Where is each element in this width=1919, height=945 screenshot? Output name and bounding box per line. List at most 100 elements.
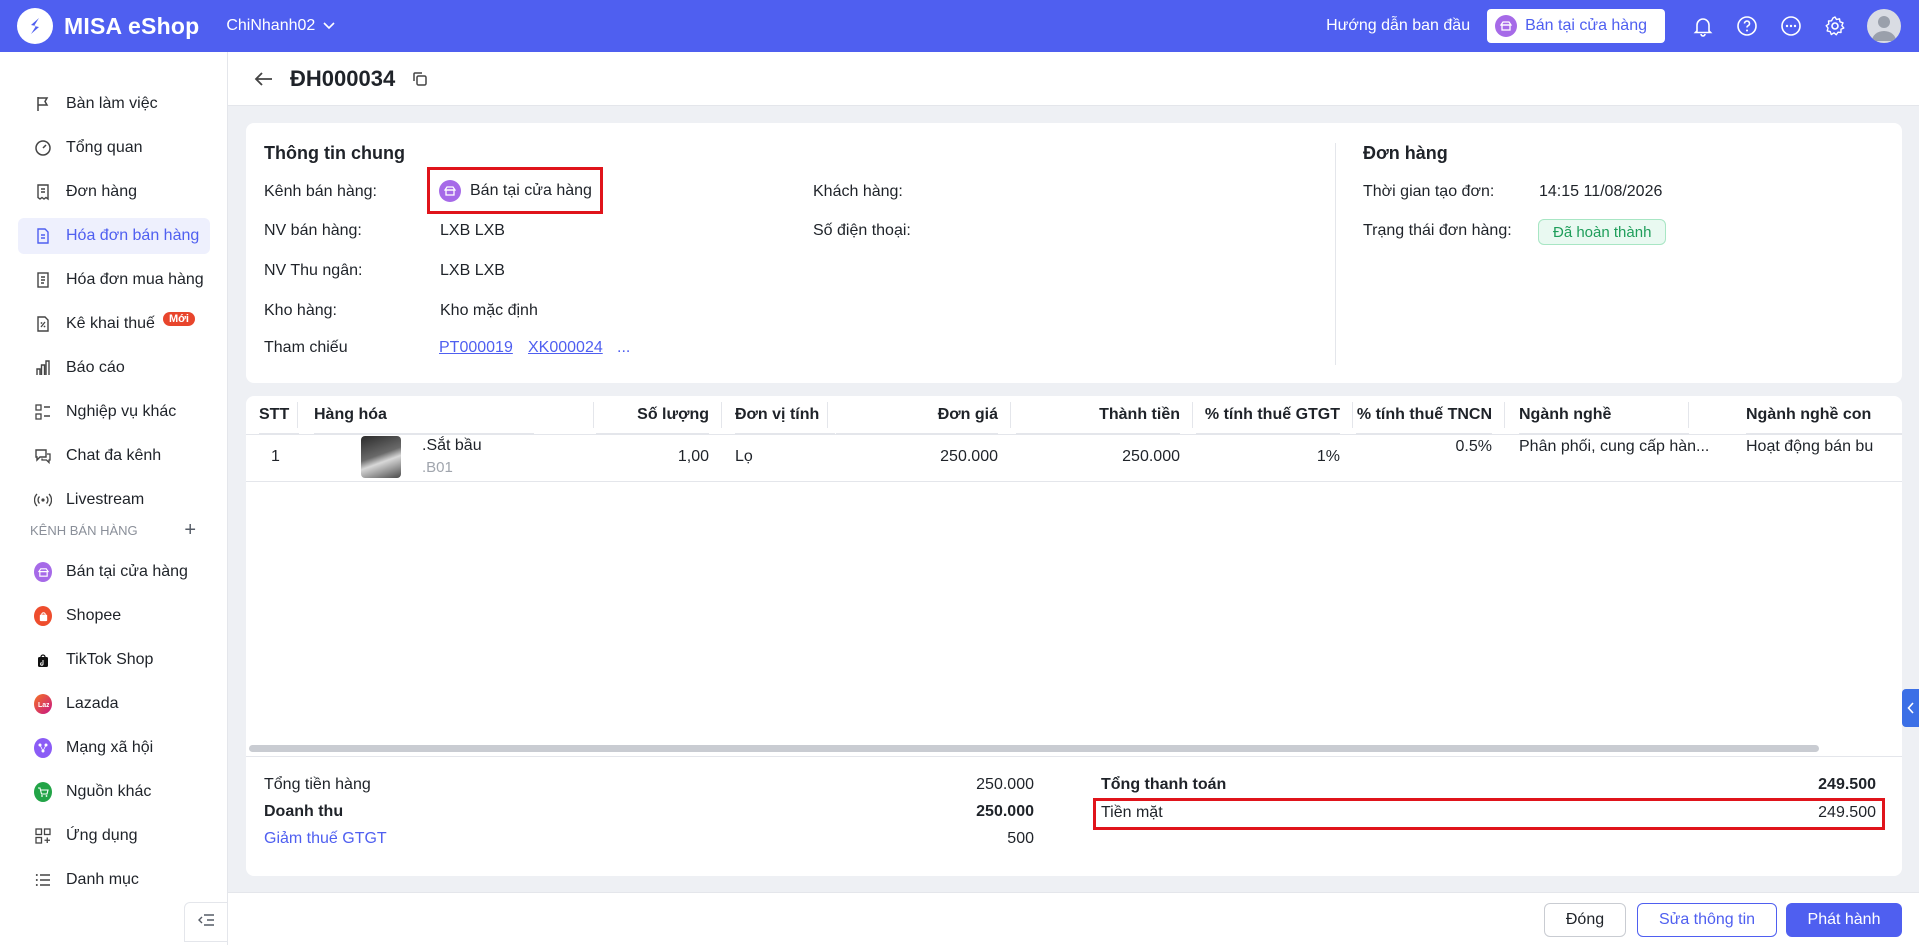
order-items-card: STT Hàng hóa Số lượng Đơn vị tính Đơn gi… bbox=[246, 396, 1902, 876]
sidebar-item-catalog[interactable]: Danh mục bbox=[18, 862, 210, 898]
chat-icon bbox=[34, 447, 52, 465]
sidebar-item-overview[interactable]: Tổng quan bbox=[18, 130, 210, 166]
column-divider bbox=[721, 402, 722, 428]
expand-panel-tab[interactable] bbox=[1902, 689, 1919, 727]
reference-link-receipt[interactable]: PT000019 bbox=[439, 339, 513, 357]
tiktok-icon bbox=[34, 650, 52, 670]
column-header-pit-rate: % tính thuế TNCN bbox=[1356, 396, 1492, 434]
channel-item-social-network[interactable]: Mạng xã hội bbox=[18, 730, 210, 766]
channel-item-tiktok[interactable]: TikTok Shop bbox=[18, 642, 210, 678]
vat-reduction-value: 500 bbox=[1007, 830, 1034, 847]
column-header-vat-rate: % tính thuế GTGT bbox=[1196, 396, 1340, 434]
reference-link-export[interactable]: XK000024 bbox=[528, 339, 603, 357]
column-header-industry: Ngành nghề bbox=[1519, 396, 1689, 434]
seller-label: NV bán hàng: bbox=[264, 222, 362, 239]
more-options-icon[interactable] bbox=[1777, 12, 1805, 40]
user-avatar[interactable] bbox=[1867, 9, 1901, 43]
misa-logo-icon bbox=[17, 8, 53, 44]
store-icon bbox=[34, 562, 52, 582]
gear-icon[interactable] bbox=[1821, 12, 1849, 40]
branch-name: ChiNhanh02 bbox=[226, 17, 316, 34]
back-button[interactable] bbox=[250, 65, 278, 93]
channel-item-shopee[interactable]: Shopee bbox=[18, 598, 210, 634]
apps-icon bbox=[34, 827, 52, 845]
broadcast-icon bbox=[34, 491, 52, 509]
sidebar-item-label: Bàn làm việc bbox=[66, 95, 158, 112]
channel-item-in-store[interactable]: Bán tại cửa hàng bbox=[18, 554, 210, 590]
branch-selector[interactable]: ChiNhanh02 bbox=[226, 17, 335, 35]
sidebar-item-label: Chat đa kênh bbox=[66, 447, 162, 464]
sidebar-item-purchase-invoice[interactable]: Hóa đơn mua hàng bbox=[18, 262, 210, 298]
channel-label: TikTok Shop bbox=[66, 651, 154, 668]
column-divider bbox=[827, 402, 828, 428]
tax-form-icon bbox=[34, 315, 52, 333]
column-divider bbox=[297, 402, 298, 428]
summary-divider bbox=[246, 756, 1902, 757]
column-header-quantity: Số lượng bbox=[596, 396, 709, 434]
channel-label: Kênh bán hàng: bbox=[264, 183, 377, 200]
social-network-icon bbox=[34, 738, 52, 758]
sidebar-item-label: Hóa đơn mua hàng bbox=[66, 271, 204, 288]
cell-unit-price: 250.000 bbox=[940, 448, 998, 465]
sidebar-item-orders[interactable]: Đơn hàng bbox=[18, 174, 210, 210]
channel-item-other-sources[interactable]: Nguồn khác bbox=[18, 774, 210, 810]
cashier-label: NV Thu ngân: bbox=[264, 262, 363, 279]
sidebar-item-label: Đơn hàng bbox=[66, 183, 137, 200]
revenue-value: 250.000 bbox=[976, 803, 1034, 820]
sell-in-store-button[interactable]: Bán tại cửa hàng bbox=[1487, 9, 1665, 43]
sidebar-item-sales-invoice[interactable]: Hóa đơn bán hàng bbox=[18, 218, 210, 254]
sidebar-item-other-operations[interactable]: Nghiệp vụ khác bbox=[18, 394, 210, 430]
collapse-sidebar-button[interactable] bbox=[184, 902, 228, 942]
guide-link[interactable]: Hướng dẫn ban đầu bbox=[1326, 17, 1470, 35]
arrow-left-icon bbox=[254, 71, 272, 86]
vat-reduction-link[interactable]: Giảm thuế GTGT bbox=[264, 830, 387, 848]
reference-more[interactable]: ... bbox=[617, 339, 630, 357]
flag-icon bbox=[34, 95, 52, 113]
sidebar-item-label: Nghiệp vụ khác bbox=[66, 403, 177, 420]
column-header-stt: STT bbox=[259, 396, 299, 434]
chevron-left-icon bbox=[1906, 702, 1914, 714]
cell-product-name[interactable]: .Sắt bầu bbox=[422, 437, 482, 455]
column-header-amount: Thành tiền bbox=[1016, 396, 1180, 434]
channel-item-lazada[interactable]: Laz Lazada bbox=[18, 686, 210, 722]
order-info-title: Đơn hàng bbox=[1363, 143, 1448, 163]
lazada-icon: Laz bbox=[34, 694, 52, 714]
column-header-product: Hàng hóa bbox=[314, 396, 534, 434]
sidebar-item-apps[interactable]: Ứng dụng bbox=[18, 818, 210, 854]
sidebar-item-livestream[interactable]: Livestream bbox=[18, 482, 210, 518]
bell-icon[interactable] bbox=[1689, 12, 1717, 40]
edit-info-button[interactable]: Sửa thông tin bbox=[1637, 903, 1777, 937]
reference-label: Tham chiếu bbox=[264, 339, 348, 356]
action-footer: Đóng Sửa thông tin Phát hành bbox=[228, 892, 1919, 945]
column-divider bbox=[1010, 402, 1011, 428]
column-divider bbox=[1352, 402, 1353, 428]
add-channel-icon[interactable]: + bbox=[184, 519, 196, 542]
sidebar-item-label: Livestream bbox=[66, 491, 145, 508]
column-header-unit: Đơn vị tính bbox=[735, 396, 835, 434]
sidebar-item-multichannel-chat[interactable]: Chat đa kênh bbox=[18, 438, 210, 474]
subtotal-value: 250.000 bbox=[976, 776, 1034, 793]
app-logo[interactable]: MISA eShop bbox=[17, 8, 199, 44]
cell-pit-rate: 0.5% bbox=[1455, 438, 1492, 455]
warehouse-value: Kho mặc định bbox=[440, 302, 538, 319]
cashier-value: LXB LXB bbox=[440, 262, 505, 279]
close-button[interactable]: Đóng bbox=[1544, 903, 1626, 937]
column-divider bbox=[1504, 402, 1505, 428]
invoice-icon bbox=[34, 227, 52, 245]
column-divider bbox=[1192, 402, 1193, 428]
sidebar-item-workspace[interactable]: Bàn làm việc bbox=[18, 86, 210, 122]
cell-sub-industry: Hoạt động bán bu bbox=[1746, 438, 1874, 455]
table-row-divider bbox=[246, 481, 1902, 482]
store-icon bbox=[1495, 15, 1518, 37]
help-icon[interactable] bbox=[1733, 12, 1761, 40]
product-thumbnail bbox=[361, 436, 401, 478]
publish-button[interactable]: Phát hành bbox=[1786, 903, 1902, 937]
sidebar-item-label: Tổng quan bbox=[66, 139, 143, 156]
sidebar-item-reports[interactable]: Báo cáo bbox=[18, 350, 210, 386]
column-divider bbox=[1688, 402, 1689, 428]
horizontal-scrollbar[interactable] bbox=[249, 745, 1819, 752]
sidebar-item-tax-declaration[interactable]: Kê khai thuế Mới bbox=[18, 306, 210, 342]
sidebar-item-label: Hóa đơn bán hàng bbox=[66, 227, 200, 244]
copy-button[interactable] bbox=[409, 68, 431, 90]
channel-label: Bán tại cửa hàng bbox=[66, 563, 188, 580]
